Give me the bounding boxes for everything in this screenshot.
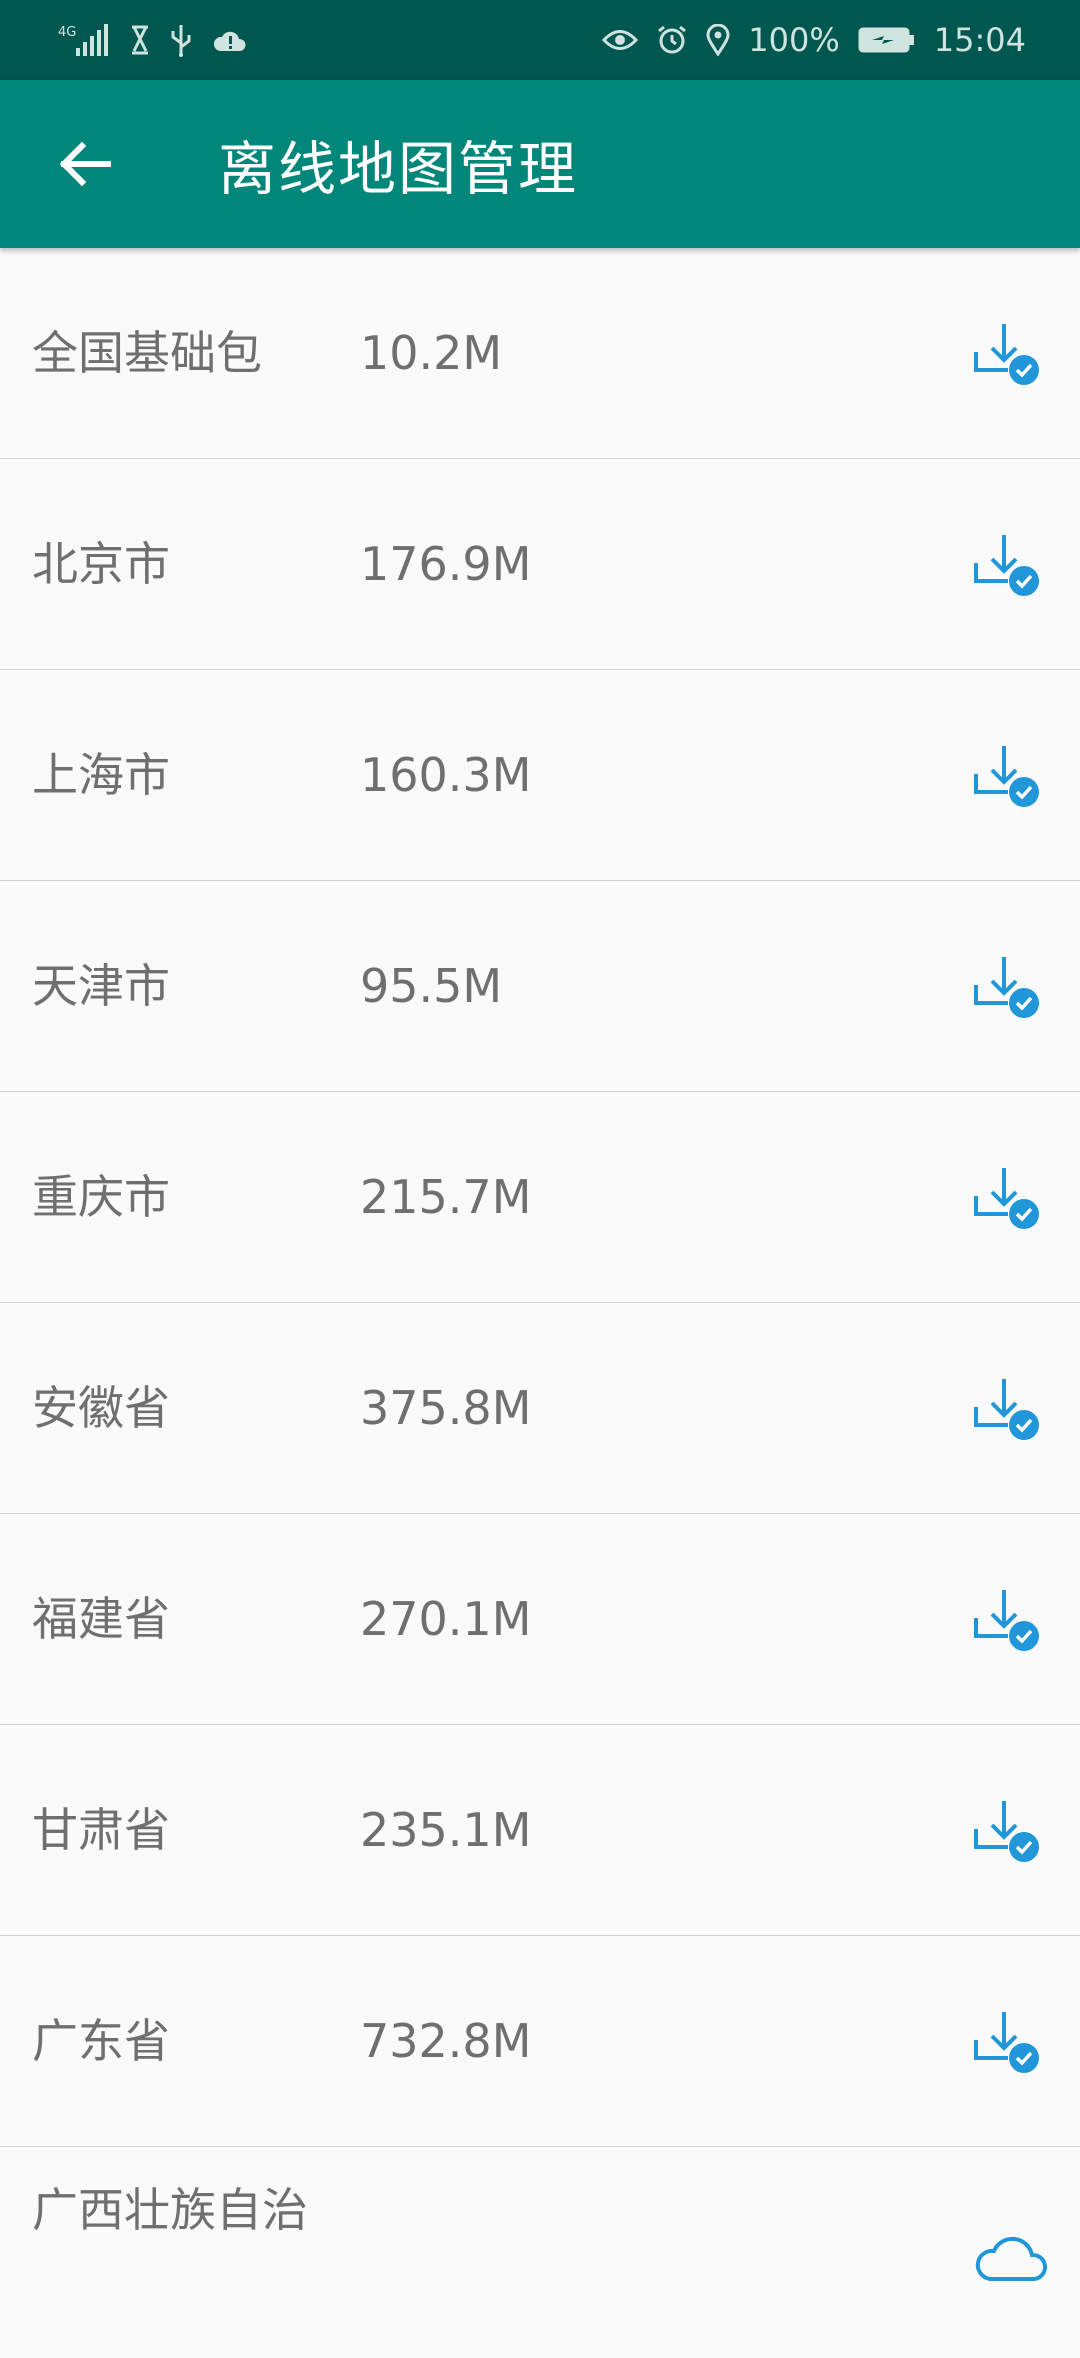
downloaded-check-icon[interactable] [972, 953, 1052, 1025]
downloaded-check-icon[interactable] [972, 1586, 1052, 1658]
alarm-icon [656, 24, 688, 56]
region-name: 重庆市 [32, 1170, 170, 1224]
package-size: 732.8M [360, 2014, 532, 2068]
downloaded-check-icon[interactable] [972, 1164, 1052, 1236]
eye-icon [602, 27, 639, 53]
cloud-download-icon[interactable] [972, 2219, 1052, 2291]
region-name: 天津市 [32, 959, 170, 1013]
region-name: 北京市 [32, 537, 170, 591]
region-name: 福建省 [32, 1592, 170, 1646]
usb-icon [168, 23, 194, 57]
region-name: 全国基础包 [32, 326, 262, 380]
hourglass-icon [130, 25, 150, 55]
list-item[interactable]: 安徽省 375.8M [0, 1303, 1080, 1514]
package-size: 215.7M [360, 1170, 532, 1224]
battery-charging-icon [858, 26, 916, 54]
offline-map-list: 全国基础包 10.2M 北京市 176.9M 上海市 160.3M 天津市 95 [0, 248, 1080, 2358]
clock-time: 15:04 [933, 21, 1026, 59]
package-size: 270.1M [360, 1592, 532, 1646]
list-item[interactable]: 上海市 160.3M [0, 670, 1080, 881]
list-item[interactable]: 北京市 176.9M [0, 459, 1080, 670]
list-item[interactable]: 广西壮族自治 [0, 2147, 1080, 2358]
package-size: 176.9M [360, 537, 532, 591]
list-item[interactable]: 天津市 95.5M [0, 881, 1080, 1092]
battery-percent: 100% [748, 21, 840, 59]
arrow-back-icon [59, 141, 111, 187]
region-name: 甘肃省 [32, 1803, 170, 1857]
status-left: 4G [58, 22, 246, 58]
location-icon [706, 24, 730, 56]
downloaded-check-icon[interactable] [972, 1797, 1052, 1869]
status-right: 100% 15:04 [602, 21, 1026, 59]
list-item[interactable]: 全国基础包 10.2M [0, 248, 1080, 459]
downloaded-check-icon[interactable] [972, 531, 1052, 603]
network-signal-icon: 4G [58, 22, 112, 58]
downloaded-check-icon[interactable] [972, 1375, 1052, 1447]
downloaded-check-icon[interactable] [972, 320, 1052, 392]
package-size: 10.2M [360, 326, 503, 380]
app-bar: 离线地图管理 [0, 80, 1080, 248]
back-button[interactable] [0, 80, 168, 248]
svg-text:4G: 4G [58, 25, 76, 40]
package-size: 375.8M [360, 1381, 532, 1435]
list-item[interactable]: 重庆市 215.7M [0, 1092, 1080, 1303]
status-bar: 4G 100% 15:04 [0, 0, 1080, 80]
cloud-alert-icon [212, 27, 246, 53]
package-size: 235.1M [360, 1803, 532, 1857]
package-size: 95.5M [360, 959, 503, 1013]
package-size: 160.3M [360, 748, 532, 802]
region-name: 广西壮族自治 [32, 2183, 308, 2237]
page-title: 离线地图管理 [218, 135, 579, 203]
region-name: 安徽省 [32, 1381, 170, 1435]
downloaded-check-icon[interactable] [972, 742, 1052, 814]
list-item[interactable]: 福建省 270.1M [0, 1514, 1080, 1725]
list-item[interactable]: 甘肃省 235.1M [0, 1725, 1080, 1936]
downloaded-check-icon[interactable] [972, 2008, 1052, 2080]
region-name: 上海市 [32, 748, 170, 802]
